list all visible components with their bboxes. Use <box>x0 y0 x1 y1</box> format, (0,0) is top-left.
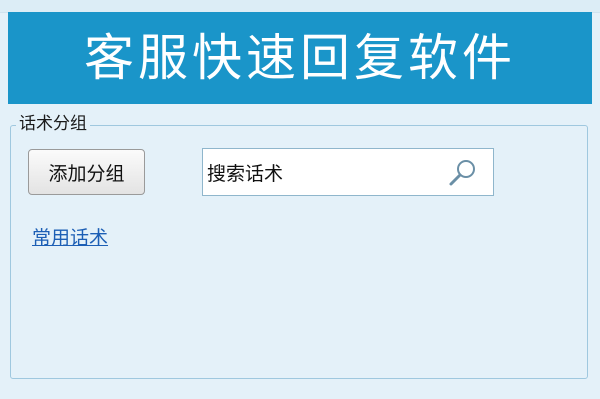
app-banner: 客服快速回复软件 <box>8 12 592 104</box>
link-common-phrases[interactable]: 常用话术 <box>32 225 108 251</box>
search-box <box>202 148 494 196</box>
search-icon[interactable] <box>447 157 479 187</box>
app-title: 客服快速回复软件 <box>84 29 516 87</box>
add-group-button[interactable]: 添加分组 <box>28 149 145 195</box>
search-input[interactable] <box>207 149 437 195</box>
group-box-legend: 话术分组 <box>16 114 90 134</box>
